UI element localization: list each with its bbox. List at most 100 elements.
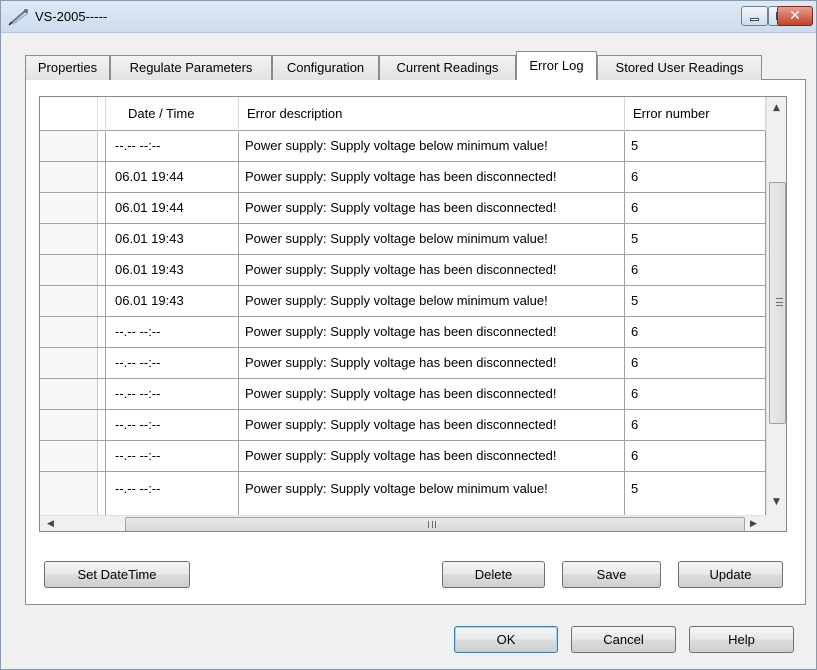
- cell-description[interactable]: Power supply: Supply voltage below minim…: [239, 472, 625, 515]
- table-row[interactable]: --.-- --:-- Power supply: Supply voltage…: [40, 410, 766, 441]
- row-header[interactable]: [40, 410, 98, 440]
- horizontal-scroll-thumb[interactable]: [125, 517, 745, 531]
- cell-description[interactable]: Power supply: Supply voltage below minim…: [239, 131, 625, 161]
- cell-error-number[interactable]: 5: [625, 224, 766, 254]
- cell-description[interactable]: Power supply: Supply voltage has been di…: [239, 162, 625, 192]
- cell-error-number[interactable]: 6: [625, 441, 766, 471]
- table-row[interactable]: --.-- --:-- Power supply: Supply voltage…: [40, 348, 766, 379]
- cell-date[interactable]: --.-- --:--: [106, 472, 239, 515]
- table-row[interactable]: 06.01 19:43 Power supply: Supply voltage…: [40, 224, 766, 255]
- table-row[interactable]: 06.01 19:43 Power supply: Supply voltage…: [40, 255, 766, 286]
- help-button[interactable]: Help: [689, 626, 794, 653]
- grip-icon: [428, 521, 436, 528]
- table-row[interactable]: --.-- --:-- Power supply: Supply voltage…: [40, 131, 766, 162]
- row-header[interactable]: [40, 255, 98, 285]
- cell-date[interactable]: --.-- --:--: [106, 410, 239, 440]
- cell-error-number[interactable]: 6: [625, 193, 766, 223]
- scroll-right-icon[interactable]: ▶: [750, 519, 757, 529]
- column-header-date[interactable]: Date / Time: [106, 97, 239, 131]
- minimize-icon: [750, 17, 759, 21]
- save-button[interactable]: Save: [562, 561, 661, 588]
- tab-configuration[interactable]: Configuration: [272, 55, 379, 80]
- row-header[interactable]: [40, 224, 98, 254]
- cell-description[interactable]: Power supply: Supply voltage has been di…: [239, 317, 625, 347]
- column-header-description[interactable]: Error description: [239, 97, 625, 131]
- cell-description[interactable]: Power supply: Supply voltage below minim…: [239, 224, 625, 254]
- error-log-grid[interactable]: Date / Time Error description Error numb…: [39, 96, 787, 532]
- table-row[interactable]: 06.01 19:44 Power supply: Supply voltage…: [40, 193, 766, 224]
- row-header[interactable]: [40, 348, 98, 378]
- table-row[interactable]: --.-- --:-- Power supply: Supply voltage…: [40, 317, 766, 348]
- ok-button[interactable]: OK: [454, 626, 558, 653]
- cell-error-number[interactable]: 6: [625, 348, 766, 378]
- row-header[interactable]: [40, 317, 98, 347]
- cell-date[interactable]: 06.01 19:44: [106, 162, 239, 192]
- minimize-button[interactable]: [741, 6, 768, 26]
- scroll-down-icon[interactable]: ▼: [773, 497, 780, 507]
- scrollbar-corner: [766, 515, 786, 531]
- row-header[interactable]: [40, 379, 98, 409]
- row-indicator: [98, 224, 106, 254]
- delete-button[interactable]: Delete: [442, 561, 545, 588]
- table-row[interactable]: 06.01 19:44 Power supply: Supply voltage…: [40, 162, 766, 193]
- cell-error-number[interactable]: 5: [625, 472, 766, 515]
- cell-date[interactable]: --.-- --:--: [106, 441, 239, 471]
- tab-current-readings[interactable]: Current Readings: [379, 55, 516, 80]
- cell-description[interactable]: Power supply: Supply voltage has been di…: [239, 379, 625, 409]
- vertical-scroll-thumb[interactable]: [769, 182, 786, 424]
- cell-description[interactable]: Power supply: Supply voltage has been di…: [239, 193, 625, 223]
- cell-date[interactable]: 06.01 19:43: [106, 286, 239, 316]
- cell-error-number[interactable]: 6: [625, 410, 766, 440]
- tab-stored-user-readings[interactable]: Stored User Readings: [597, 55, 762, 80]
- tab-properties[interactable]: Properties: [25, 55, 110, 80]
- column-header-error-number[interactable]: Error number: [625, 97, 766, 131]
- row-header[interactable]: [40, 162, 98, 192]
- row-indicator: [98, 131, 106, 161]
- cell-date[interactable]: --.-- --:--: [106, 348, 239, 378]
- cell-date[interactable]: --.-- --:--: [106, 131, 239, 161]
- table-row[interactable]: --.-- --:-- Power supply: Supply voltage…: [40, 379, 766, 410]
- cell-description[interactable]: Power supply: Supply voltage has been di…: [239, 441, 625, 471]
- table-row[interactable]: --.-- --:-- Power supply: Supply voltage…: [40, 441, 766, 472]
- cell-date[interactable]: 06.01 19:43: [106, 224, 239, 254]
- update-button[interactable]: Update: [678, 561, 783, 588]
- row-header[interactable]: [40, 286, 98, 316]
- cell-error-number[interactable]: 5: [625, 131, 766, 161]
- row-header[interactable]: [40, 131, 98, 161]
- cell-date[interactable]: 06.01 19:43: [106, 255, 239, 285]
- cell-error-number[interactable]: 6: [625, 162, 766, 192]
- tab-regulate-parameters[interactable]: Regulate Parameters: [110, 55, 272, 80]
- table-row[interactable]: --.-- --:-- Power supply: Supply voltage…: [40, 472, 766, 515]
- main-window: VS-2005----- ✕ Properties Regulate Param…: [0, 0, 817, 670]
- row-indicator: [98, 379, 106, 409]
- table-row[interactable]: 06.01 19:43 Power supply: Supply voltage…: [40, 286, 766, 317]
- cell-date[interactable]: --.-- --:--: [106, 379, 239, 409]
- row-header[interactable]: [40, 472, 98, 515]
- row-indicator: [98, 410, 106, 440]
- cell-date[interactable]: --.-- --:--: [106, 317, 239, 347]
- cell-date[interactable]: 06.01 19:44: [106, 193, 239, 223]
- cell-error-number[interactable]: 6: [625, 255, 766, 285]
- cell-description[interactable]: Power supply: Supply voltage has been di…: [239, 348, 625, 378]
- scroll-left-icon[interactable]: ◀: [47, 519, 54, 529]
- tab-error-log[interactable]: Error Log: [516, 51, 597, 80]
- row-header-corner: [40, 97, 98, 131]
- cell-error-number[interactable]: 6: [625, 379, 766, 409]
- scroll-up-icon[interactable]: ▲: [773, 103, 780, 113]
- row-header[interactable]: [40, 441, 98, 471]
- vertical-scrollbar[interactable]: ▲ ▼: [766, 97, 786, 515]
- close-icon: ✕: [789, 8, 801, 24]
- cell-error-number[interactable]: 5: [625, 286, 766, 316]
- row-indicator: [98, 255, 106, 285]
- cell-description[interactable]: Power supply: Supply voltage has been di…: [239, 410, 625, 440]
- close-button[interactable]: ✕: [777, 6, 813, 26]
- cell-error-number[interactable]: 6: [625, 317, 766, 347]
- cell-description[interactable]: Power supply: Supply voltage has been di…: [239, 255, 625, 285]
- row-header[interactable]: [40, 193, 98, 223]
- horizontal-scrollbar[interactable]: ◀ ▶: [40, 515, 766, 531]
- cancel-button[interactable]: Cancel: [571, 626, 676, 653]
- row-indicator: [98, 317, 106, 347]
- title-bar: VS-2005----- ✕: [1, 1, 816, 33]
- set-datetime-button[interactable]: Set DateTime: [44, 561, 190, 588]
- cell-description[interactable]: Power supply: Supply voltage below minim…: [239, 286, 625, 316]
